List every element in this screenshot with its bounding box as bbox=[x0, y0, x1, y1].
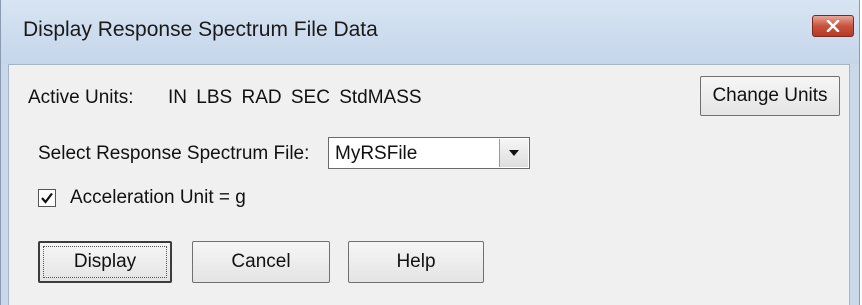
checkmark-icon bbox=[41, 192, 53, 204]
cancel-button-label: Cancel bbox=[231, 251, 291, 272]
title-bar[interactable]: Display Response Spectrum File Data bbox=[1, 0, 859, 64]
acceleration-unit-checkbox[interactable] bbox=[38, 189, 56, 207]
active-units-label: Active Units: bbox=[28, 87, 134, 108]
response-spectrum-selected-value: MyRSFile bbox=[335, 143, 418, 164]
cancel-button[interactable]: Cancel bbox=[192, 241, 330, 283]
chevron-down-icon bbox=[509, 150, 519, 156]
response-spectrum-select[interactable]: MyRSFile bbox=[328, 137, 530, 169]
change-units-label: Change Units bbox=[712, 85, 828, 106]
window-title: Display Response Spectrum File Data bbox=[23, 18, 378, 41]
acceleration-unit-label[interactable]: Acceleration Unit = g bbox=[70, 187, 246, 209]
dropdown-arrow-button[interactable] bbox=[499, 139, 528, 167]
close-button[interactable] bbox=[812, 15, 854, 37]
active-units-value: IN LBS RAD SEC StdMASS bbox=[168, 87, 422, 108]
help-button-label: Help bbox=[396, 251, 436, 272]
change-units-button[interactable]: Change Units bbox=[700, 76, 840, 116]
close-icon bbox=[826, 20, 840, 32]
help-button[interactable]: Help bbox=[348, 241, 484, 283]
response-spectrum-label: Select Response Spectrum File: bbox=[38, 143, 310, 164]
display-button[interactable]: Display bbox=[38, 241, 172, 283]
display-button-label: Display bbox=[73, 251, 137, 272]
